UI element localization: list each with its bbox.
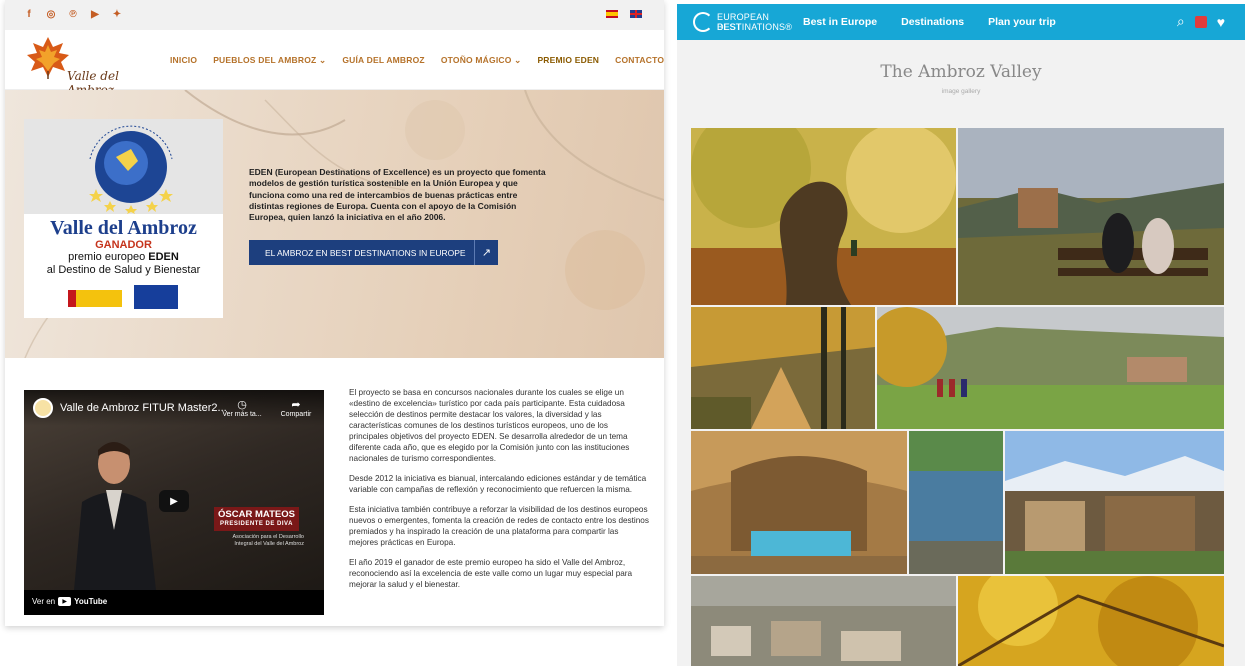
photo-roman-baths[interactable]: [691, 431, 907, 574]
photo-mountain-village[interactable]: [1005, 431, 1224, 574]
nav-contacto[interactable]: CONTACTO ⌄: [615, 55, 664, 66]
nav-plan-your-trip[interactable]: Plan your trip: [988, 16, 1056, 28]
youtube-icon: ▶: [58, 597, 72, 606]
autumn-leaf-icon: [27, 37, 69, 79]
photo-village-bench[interactable]: [958, 128, 1224, 305]
photo-river-pool[interactable]: [909, 431, 1003, 574]
main-nav: INICIO PUEBLOS DEL AMBROZ ⌄ GUÍA DEL AMB…: [170, 55, 664, 66]
lower-third: ÓSCAR MATEOS PRESIDENTE DE DIVA: [214, 507, 299, 531]
paragraph: Esta iniciativa también contribuye a ref…: [349, 505, 649, 547]
external-link-icon: ↗: [474, 240, 498, 265]
paragraph: Desde 2012 la iniciativa es bianual, int…: [349, 474, 647, 494]
gallery-title: The Ambroz Valley: [880, 62, 1042, 82]
eden-card-title: Valle del Ambroz: [50, 217, 197, 239]
speaker-name: ÓSCAR MATEOS: [218, 509, 295, 520]
eden-body-text: El proyecto se basa en concursos naciona…: [349, 387, 649, 599]
nav-best-in-europe[interactable]: Best in Europe: [803, 16, 877, 28]
spanish-government-logo: [68, 290, 122, 307]
twitter-icon[interactable]: ✦: [111, 9, 123, 20]
watch-on-youtube-link[interactable]: Ver en ▶ YouTube: [32, 597, 107, 606]
nav-pueblos[interactable]: PUEBLOS DEL AMBROZ ⌄: [213, 55, 326, 66]
youtube-video-embed[interactable]: Valle de Ambroz FITUR Master2... ◷ Ver má…: [24, 390, 324, 615]
site-header: Valle del Ambroz INICIO PUEBLOS DEL AMBR…: [5, 30, 664, 97]
facebook-icon[interactable]: f: [23, 9, 35, 20]
photo-hikers-valley[interactable]: [877, 307, 1224, 429]
social-links: f ◎ ℗ ▶ ✦: [23, 9, 123, 20]
photo-chestnut-tree[interactable]: [691, 128, 956, 305]
share-icon: ➦: [291, 399, 301, 411]
play-icon: ▶: [170, 495, 178, 507]
youtube-icon[interactable]: ▶: [89, 9, 101, 20]
paragraph: El año 2019 el ganador de este premio eu…: [349, 558, 633, 589]
photo-autumn-path[interactable]: [691, 307, 875, 429]
speaker-role: PRESIDENTE DE DIVA: [220, 521, 293, 527]
right-site-screenshot: EUROPEAN BEST DESTINATIONS® Best in Euro…: [677, 4, 1245, 666]
channel-avatar[interactable]: [33, 398, 53, 418]
eden-description: EDEN (European Destinations of Excellenc…: [249, 167, 546, 223]
top-bar: f ◎ ℗ ▶ ✦: [5, 0, 664, 30]
speaker-association: Asociación para el Desarrollo Integral d…: [232, 534, 304, 547]
eu-flag-logo: [134, 285, 178, 309]
speaker-figure: [74, 442, 156, 590]
best-destinations-button-label: EL AMBROZ EN BEST DESTINATIONS IN EUROPE: [265, 247, 466, 258]
eden-card-line2: premio europeo EDEN: [68, 251, 179, 263]
hero-section: Valle del Ambroz GANADOR premio europeo …: [5, 90, 664, 358]
spanish-flag-icon[interactable]: [606, 10, 618, 18]
pinterest-icon[interactable]: ℗: [67, 9, 79, 20]
photo-yellow-foliage[interactable]: [958, 576, 1224, 666]
eden-award-card: Valle del Ambroz GANADOR premio europeo …: [24, 119, 223, 318]
eden-card-line3: al Destino de Salud y Bienestar: [46, 264, 201, 276]
share-button[interactable]: ➦ Compartir: [274, 398, 318, 418]
nav-destinations[interactable]: Destinations: [901, 16, 964, 28]
language-switcher: [606, 10, 642, 18]
nav-guia[interactable]: GUÍA DEL AMBROZ: [342, 55, 425, 66]
heart-icon[interactable]: ♥: [1217, 14, 1225, 30]
nav-inicio[interactable]: INICIO: [170, 55, 197, 66]
clock-icon: ◷: [237, 399, 247, 411]
eden-logo: [89, 125, 173, 214]
nav-otono[interactable]: OTOÑO MÁGICO ⌄: [441, 55, 522, 66]
paragraph: El proyecto se basa en concursos naciona…: [349, 388, 630, 463]
ebd-header-icons: ⌕ ♥: [1177, 13, 1225, 30]
video-title[interactable]: Valle de Ambroz FITUR Master2...: [60, 402, 227, 414]
instagram-icon[interactable]: ◎: [45, 9, 57, 20]
play-button[interactable]: ▶: [159, 490, 189, 512]
ebd-logo-icon: [693, 12, 713, 32]
gallery-subtitle: image gallery: [941, 88, 981, 95]
search-icon[interactable]: ⌕: [1177, 13, 1185, 30]
left-site-screenshot: f ◎ ℗ ▶ ✦ Valle del Ambroz INICIO PUEBLO…: [5, 0, 664, 626]
best-destinations-button[interactable]: EL AMBROZ EN BEST DESTINATIONS IN EUROPE…: [249, 240, 498, 265]
notification-icon[interactable]: [1194, 15, 1207, 28]
watch-later-button[interactable]: ◷ Ver más ta...: [220, 398, 264, 418]
eden-card-ganador: GANADOR: [95, 239, 152, 251]
site-logo[interactable]: Valle del Ambroz: [23, 35, 153, 97]
english-flag-icon[interactable]: [630, 10, 642, 18]
ebd-logo[interactable]: EUROPEAN BEST DESTINATIONS®: [693, 9, 792, 37]
ebd-nav: Best in Europe Destinations Plan your tr…: [803, 16, 1056, 28]
ebd-header: EUROPEAN BEST DESTINATIONS® Best in Euro…: [677, 4, 1245, 40]
photo-village-rooftops[interactable]: [691, 576, 956, 666]
nav-premio-eden[interactable]: PREMIO EDEN: [537, 55, 599, 66]
